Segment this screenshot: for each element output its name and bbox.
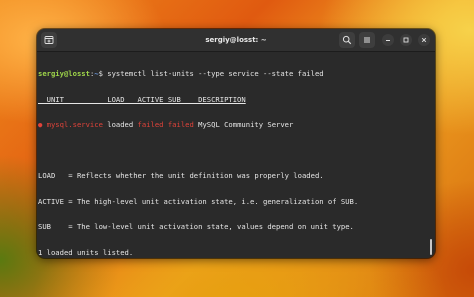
maximize-icon[interactable] bbox=[400, 34, 412, 46]
table-row: ● mysql.service loaded failed failed MyS… bbox=[38, 120, 435, 130]
prompt-user: sergiy@losst bbox=[38, 69, 90, 78]
command-text: systemctl list-units --type service --st… bbox=[107, 69, 324, 78]
legend-active: ACTIVE = The high-level unit activation … bbox=[38, 196, 359, 206]
scrollbar[interactable] bbox=[430, 239, 432, 255]
terminal-window: sergiy@losst: ~ sergiy@losst:~$ systemct… bbox=[37, 29, 435, 258]
prompt-symbol: $ bbox=[98, 69, 103, 78]
failed-bullet-icon: ● bbox=[38, 120, 43, 129]
title-bar[interactable]: sergiy@losst: ~ bbox=[37, 29, 435, 52]
unit-name: mysql.service bbox=[46, 120, 103, 129]
summary-line: 1 loaded units listed. bbox=[38, 247, 134, 257]
hamburger-menu-icon[interactable] bbox=[359, 32, 375, 48]
terminal-output[interactable]: sergiy@losst:~$ systemctl list-units --t… bbox=[37, 52, 435, 258]
unit-active: failed bbox=[137, 120, 164, 129]
legend-sub: SUB = The low-level unit activation stat… bbox=[38, 222, 354, 231]
window-title: sergiy@losst: ~ bbox=[205, 36, 267, 44]
unit-load: loaded bbox=[107, 120, 134, 129]
command-line: sergiy@losst:~$ systemctl list-units --t… bbox=[38, 69, 324, 78]
search-icon[interactable] bbox=[339, 32, 355, 48]
unit-description: MySQL Community Server bbox=[198, 120, 294, 129]
table-header: UNIT LOAD ACTIVE SUB DESCRIPTION bbox=[38, 94, 246, 104]
minimize-icon[interactable] bbox=[382, 34, 394, 46]
legend-load: LOAD = Reflects whether the unit definit… bbox=[38, 171, 324, 180]
unit-sub: failed bbox=[167, 120, 194, 129]
close-icon[interactable] bbox=[418, 34, 430, 46]
